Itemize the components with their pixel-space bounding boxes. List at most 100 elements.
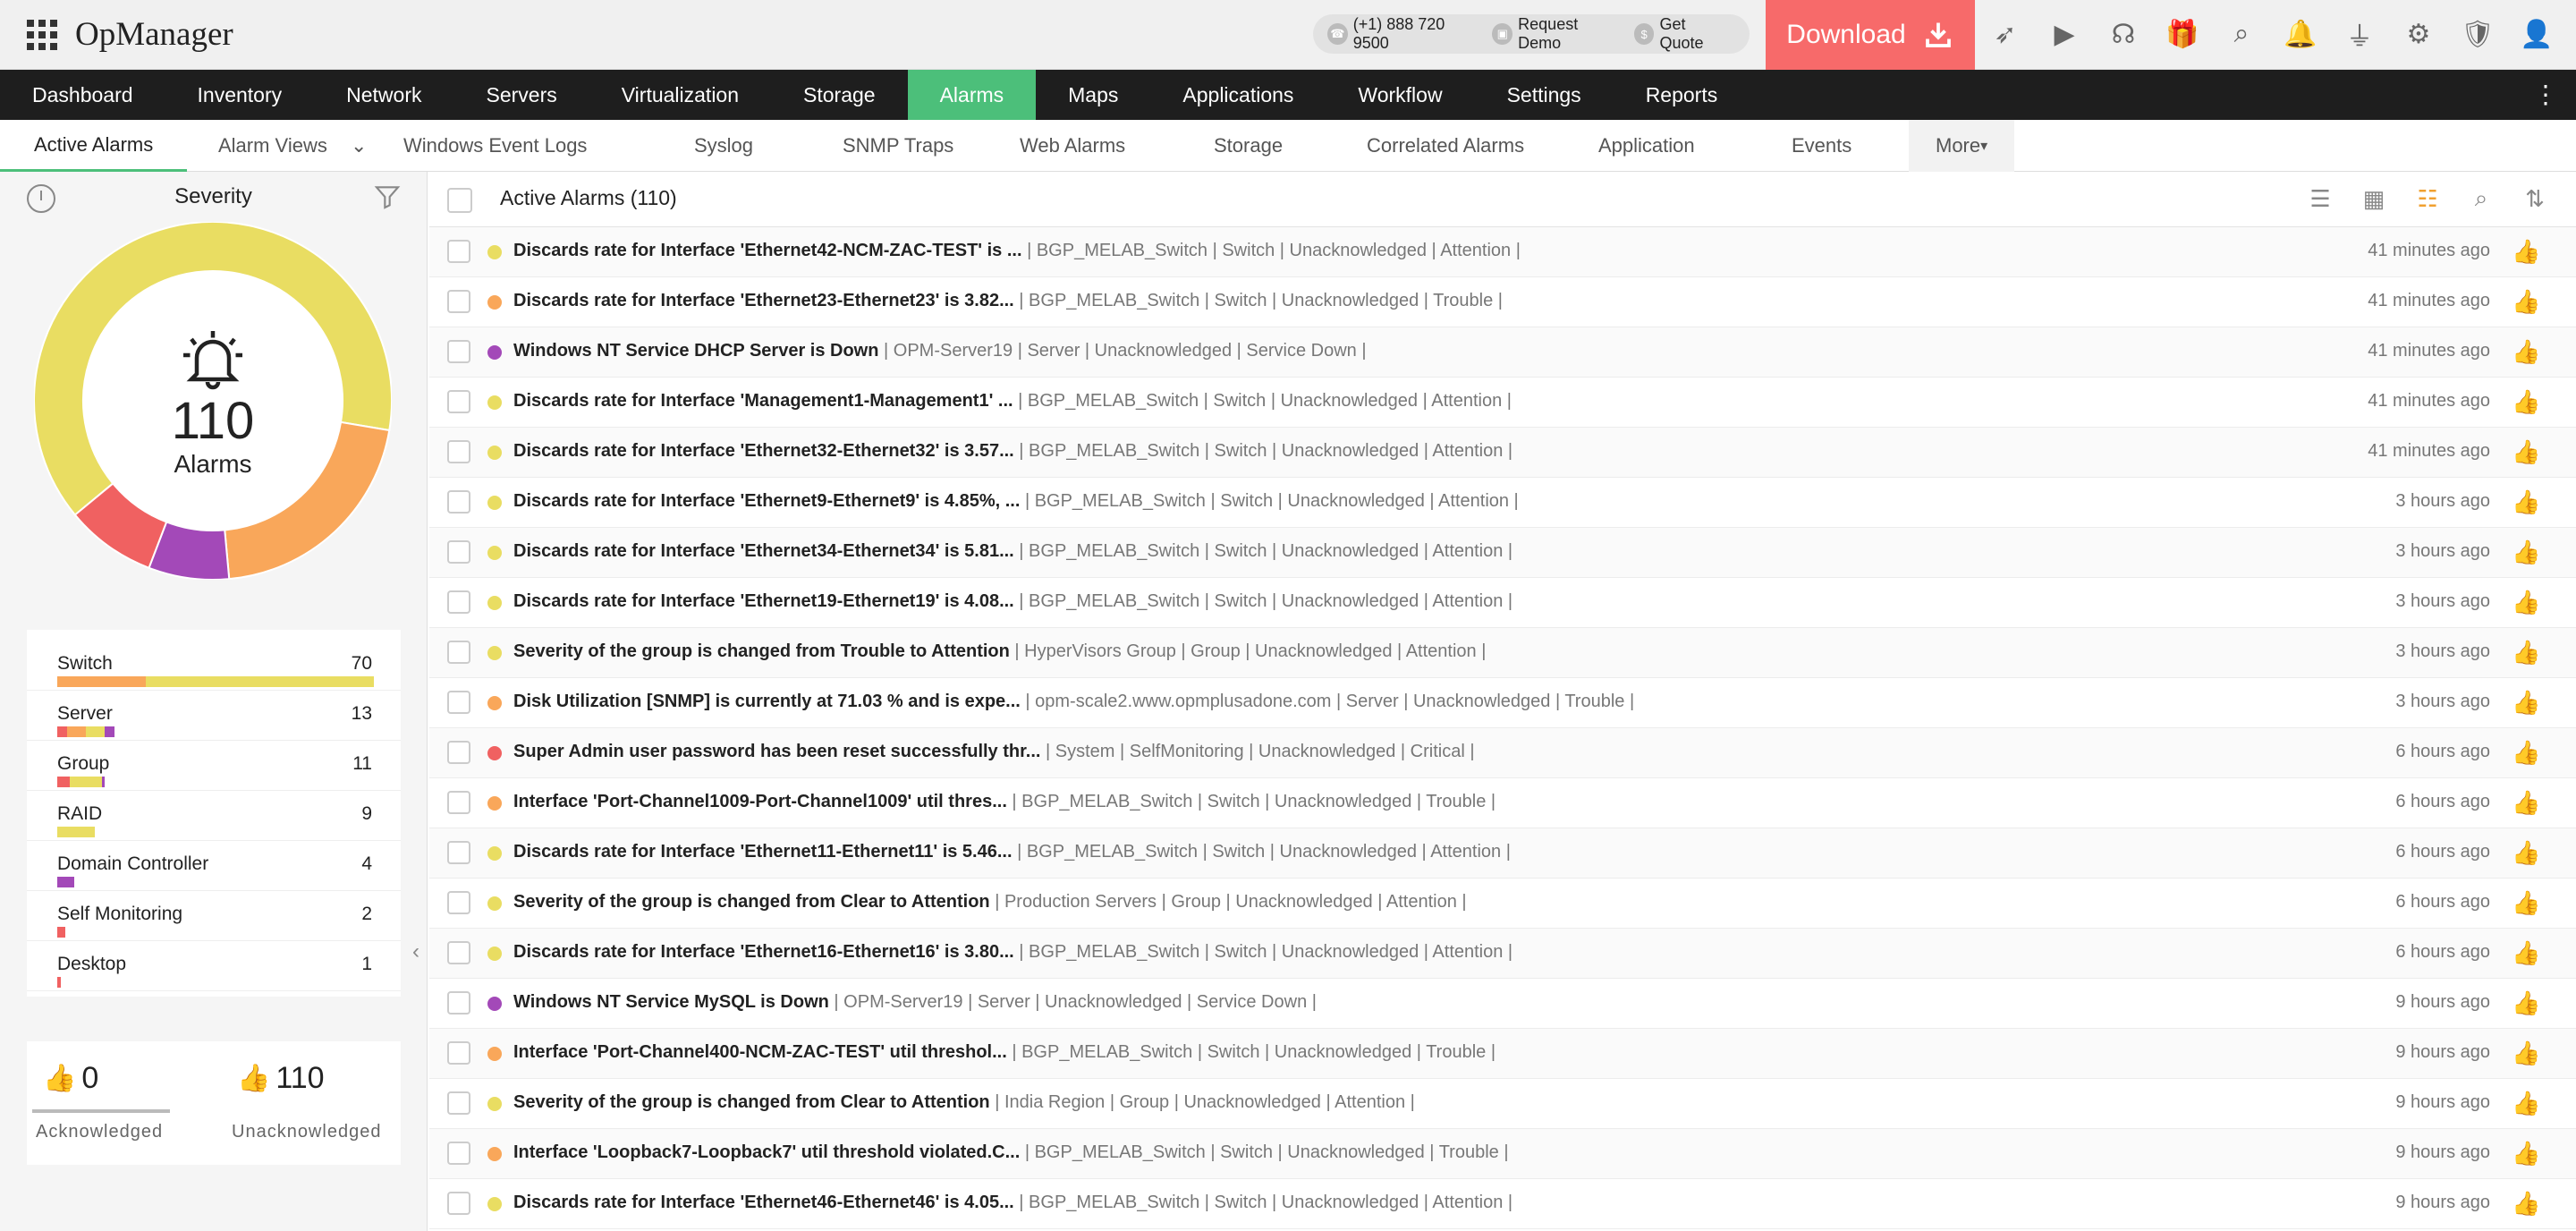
category-raid[interactable]: RAID 9 — [27, 791, 401, 841]
acknowledge-thumb-icon[interactable]: 👍 — [2512, 889, 2540, 918]
acknowledge-thumb-icon[interactable]: 👍 — [2512, 238, 2540, 267]
alarm-message[interactable]: Severity of the group is changed from Cl… — [513, 892, 1467, 913]
alarm-row[interactable]: Discards rate for Interface 'Ethernet32-… — [429, 428, 2576, 478]
alarm-row[interactable]: Discards rate for Interface 'Ethernet23-… — [429, 277, 2576, 327]
subtab-snmp-traps[interactable]: SNMP Traps — [843, 120, 953, 172]
alarm-message[interactable]: Discards rate for Interface 'Ethernet34-… — [513, 541, 1513, 562]
detail-view-icon[interactable]: ☷ — [2411, 183, 2444, 215]
alarm-row[interactable]: Windows NT Service MySQL is Down | OPM-S… — [429, 979, 2576, 1029]
alarm-message[interactable]: Interface 'Port-Channel1009-Port-Channel… — [513, 792, 1496, 812]
acknowledge-thumb-icon[interactable]: 👍 — [2512, 1090, 2540, 1118]
acknowledge-thumb-icon[interactable]: 👍 — [2512, 288, 2540, 317]
nav-applications[interactable]: Applications — [1150, 70, 1326, 120]
alarm-checkbox[interactable] — [447, 1091, 470, 1115]
rocket-icon[interactable]: ➶ — [1989, 16, 2021, 52]
category-switch[interactable]: Switch 70 — [27, 641, 401, 691]
alarm-row[interactable]: Discards rate for Interface 'Ethernet9-E… — [429, 478, 2576, 528]
subtab-application[interactable]: Application — [1598, 120, 1695, 172]
acknowledge-thumb-icon[interactable]: 👍 — [2512, 388, 2540, 417]
alarm-checkbox[interactable] — [447, 841, 470, 864]
alarm-row[interactable]: Severity of the group is changed from Cl… — [429, 1079, 2576, 1129]
acknowledge-thumb-icon[interactable]: 👍 — [2512, 739, 2540, 768]
alarm-message[interactable]: Disk Utilization [SNMP] is currently at … — [513, 692, 1634, 712]
request-demo-link[interactable]: ▣ Request Demo — [1492, 15, 1619, 53]
video-icon[interactable]: ▶ — [2048, 16, 2080, 52]
alarm-checkbox[interactable] — [447, 1192, 470, 1215]
acknowledge-thumb-icon[interactable]: 👍 — [2512, 589, 2540, 617]
alarm-row[interactable]: Interface 'Port-Channel400-NCM-ZAC-TEST'… — [429, 1029, 2576, 1079]
nav-virtualization[interactable]: Virtualization — [589, 70, 771, 120]
acknowledge-thumb-icon[interactable]: 👍 — [2512, 989, 2540, 1018]
alarm-message[interactable]: Discards rate for Interface 'Ethernet16-… — [513, 942, 1513, 963]
category-server[interactable]: Server 13 — [27, 691, 401, 741]
alarm-message[interactable]: Severity of the group is changed from Cl… — [513, 1092, 1415, 1113]
grid-view-icon[interactable]: ▦ — [2358, 183, 2390, 215]
alarm-row[interactable]: Discards rate for Interface 'Ethernet42-… — [429, 227, 2576, 277]
alarm-checkbox[interactable] — [447, 590, 470, 614]
alarm-checkbox[interactable] — [447, 1142, 470, 1165]
acknowledge-thumb-icon[interactable]: 👍 — [2512, 438, 2540, 467]
alarm-message[interactable]: Discards rate for Interface 'Ethernet11-… — [513, 842, 1511, 862]
alarm-message[interactable]: Discards rate for Interface 'Ethernet23-… — [513, 291, 1503, 311]
alarm-row[interactable]: Discards rate for Interface 'Ethernet11-… — [429, 828, 2576, 879]
clock-icon[interactable] — [27, 184, 55, 213]
select-all-checkbox[interactable] — [447, 188, 472, 213]
more-options-icon[interactable]: ⋮ — [2533, 82, 2558, 107]
collapse-panel-icon[interactable]: ‹ — [405, 934, 427, 970]
subtab-events[interactable]: Events — [1792, 120, 1852, 172]
user-avatar-icon[interactable]: 👤 — [2520, 16, 2553, 52]
filter-icon[interactable] — [373, 183, 402, 211]
acknowledge-thumb-icon[interactable]: 👍 — [2512, 839, 2540, 868]
subtab-storage[interactable]: Storage — [1214, 120, 1283, 172]
category-self-monitoring[interactable]: Self Monitoring 2 — [27, 891, 401, 941]
nav-maps[interactable]: Maps — [1036, 70, 1150, 120]
nav-network[interactable]: Network — [314, 70, 453, 120]
alarm-message[interactable]: Windows NT Service DHCP Server is Down |… — [513, 341, 1367, 361]
support-icon[interactable]: ☊ — [2107, 16, 2140, 52]
alarm-row[interactable]: Disk Utilization [SNMP] is currently at … — [429, 678, 2576, 728]
acknowledge-thumb-icon[interactable]: 👍 — [2512, 1040, 2540, 1068]
alarm-message[interactable]: Severity of the group is changed from Tr… — [513, 641, 1486, 662]
nav-inventory[interactable]: Inventory — [165, 70, 315, 120]
alarm-message[interactable]: Discards rate for Interface 'Ethernet46-… — [513, 1193, 1513, 1213]
alarm-checkbox[interactable] — [447, 641, 470, 664]
nav-servers[interactable]: Servers — [454, 70, 589, 120]
acknowledge-thumb-icon[interactable]: 👍 — [2512, 1190, 2540, 1218]
acknowledge-thumb-icon[interactable]: 👍 — [2512, 639, 2540, 667]
app-launcher-icon[interactable] — [27, 19, 57, 50]
alarm-checkbox[interactable] — [447, 991, 470, 1015]
subtab-more[interactable]: More ▾ — [1909, 120, 2015, 172]
subtab-correlated-alarms[interactable]: Correlated Alarms — [1367, 120, 1524, 172]
acknowledge-thumb-icon[interactable]: 👍 — [2512, 1140, 2540, 1168]
alarm-checkbox[interactable] — [447, 340, 470, 363]
alarm-checkbox[interactable] — [447, 941, 470, 964]
gift-icon[interactable]: 🎁 — [2165, 16, 2199, 52]
alarm-row[interactable]: Interface 'Port-Channel1009-Port-Channel… — [429, 778, 2576, 828]
acknowledged-filter[interactable]: 👍 0 Acknowledged — [27, 1041, 214, 1165]
alarm-message[interactable]: Interface 'Loopback7-Loopback7' util thr… — [513, 1142, 1509, 1163]
alarm-checkbox[interactable] — [447, 390, 470, 413]
acknowledge-thumb-icon[interactable]: 👍 — [2512, 539, 2540, 567]
subtab-alarm-views[interactable]: Alarm Views — [218, 120, 327, 172]
alarm-checkbox[interactable] — [447, 240, 470, 263]
category-desktop[interactable]: Desktop 1 — [27, 941, 401, 991]
alarm-checkbox[interactable] — [447, 540, 470, 564]
get-quote-link[interactable]: $ Get Quote — [1633, 15, 1730, 53]
nav-dashboard[interactable]: Dashboard — [0, 70, 165, 120]
alarm-message[interactable]: Discards rate for Interface 'Ethernet9-E… — [513, 491, 1519, 512]
acknowledge-thumb-icon[interactable]: 👍 — [2512, 939, 2540, 968]
alarm-checkbox[interactable] — [447, 891, 470, 914]
unacknowledged-filter[interactable]: 👍 110 Unacknowledged — [214, 1041, 401, 1165]
alarm-checkbox[interactable] — [447, 691, 470, 714]
acknowledge-thumb-icon[interactable]: 👍 — [2512, 689, 2540, 717]
category-domain-controller[interactable]: Domain Controller 4 — [27, 841, 401, 891]
acknowledge-thumb-icon[interactable]: 👍 — [2512, 338, 2540, 367]
alarm-row[interactable]: Severity of the group is changed from Cl… — [429, 879, 2576, 929]
bell-icon[interactable]: 🔔 — [2284, 16, 2317, 52]
plug-icon[interactable]: ⏚ — [2343, 16, 2376, 52]
download-button[interactable]: Download — [1766, 0, 1975, 70]
alarm-views-chevron-icon[interactable]: ⌄ — [351, 120, 367, 172]
alarm-checkbox[interactable] — [447, 440, 470, 463]
alarm-row[interactable]: Super Admin user password has been reset… — [429, 728, 2576, 778]
alarm-message[interactable]: Super Admin user password has been reset… — [513, 742, 1475, 762]
